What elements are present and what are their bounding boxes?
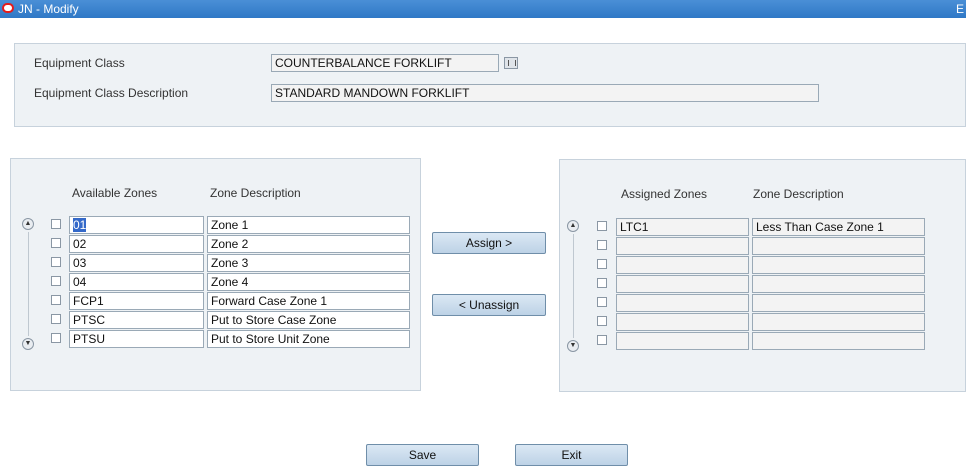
available-zone-field[interactable]: 03 — [69, 254, 204, 272]
available-zones-panel: Available Zones Zone Description ▲ ▼ 01 … — [10, 158, 421, 391]
assigned-zone-desc-field[interactable] — [752, 237, 925, 255]
available-zones-header: Available Zones — [72, 186, 158, 200]
available-zone-desc-field[interactable]: Zone 1 — [207, 216, 410, 234]
scroll-up-icon[interactable]: ▲ — [567, 220, 579, 232]
row-select-checkbox[interactable] — [597, 221, 607, 231]
assigned-zone-desc-field[interactable] — [752, 275, 925, 293]
assigned-zone-description-header: Zone Description — [753, 187, 844, 201]
title-bar-edge-text: E — [955, 2, 964, 16]
available-zone-desc-field[interactable]: Put to Store Unit Zone — [207, 330, 410, 348]
assigned-zones-panel: Assigned Zones Zone Description ▲ ▼ LTC1… — [559, 159, 966, 392]
assign-button[interactable]: Assign > — [432, 232, 546, 254]
available-zone-field[interactable]: PTSC — [69, 311, 204, 329]
scroll-down-icon[interactable]: ▼ — [22, 338, 34, 350]
list-of-values-icon[interactable] — [504, 57, 518, 69]
oracle-logo-icon — [2, 3, 14, 13]
row-select-checkbox[interactable] — [597, 316, 607, 326]
scrollbar-track[interactable] — [573, 234, 574, 338]
row-select-checkbox[interactable] — [51, 333, 61, 343]
assigned-zone-desc-field[interactable] — [752, 294, 925, 312]
scroll-up-icon[interactable]: ▲ — [22, 218, 34, 230]
assigned-zone-field[interactable] — [616, 237, 749, 255]
assigned-zone-desc-field[interactable] — [752, 332, 925, 350]
exit-button[interactable]: Exit — [515, 444, 628, 466]
row-select-checkbox[interactable] — [51, 257, 61, 267]
available-zone-desc-field[interactable]: Put to Store Case Zone — [207, 311, 410, 329]
row-select-checkbox[interactable] — [597, 335, 607, 345]
row-select-checkbox[interactable] — [597, 240, 607, 250]
window-title-bar: JN - Modify E — [0, 0, 966, 18]
assigned-zone-desc-field[interactable] — [752, 256, 925, 274]
save-button[interactable]: Save — [366, 444, 479, 466]
available-zone-description-header: Zone Description — [210, 186, 301, 200]
assigned-zone-field[interactable] — [616, 313, 749, 331]
unassign-button[interactable]: < Unassign — [432, 294, 546, 316]
row-select-checkbox[interactable] — [597, 278, 607, 288]
assigned-zone-field[interactable]: LTC1 — [616, 218, 749, 236]
window-title: JN - Modify — [18, 2, 79, 16]
equipment-class-field[interactable]: COUNTERBALANCE FORKLIFT — [271, 54, 499, 72]
assigned-zones-header: Assigned Zones — [621, 187, 708, 201]
equipment-class-description-field[interactable]: STANDARD MANDOWN FORKLIFT — [271, 84, 819, 102]
assigned-zone-field[interactable] — [616, 275, 749, 293]
row-select-checkbox[interactable] — [51, 276, 61, 286]
available-zone-desc-field[interactable]: Zone 2 — [207, 235, 410, 253]
row-select-checkbox[interactable] — [51, 219, 61, 229]
row-select-checkbox[interactable] — [597, 297, 607, 307]
available-zone-field[interactable]: 04 — [69, 273, 204, 291]
equipment-class-panel: Equipment Class COUNTERBALANCE FORKLIFT … — [14, 43, 966, 127]
equipment-class-description-label: Equipment Class Description — [34, 86, 189, 100]
row-select-checkbox[interactable] — [51, 295, 61, 305]
row-select-checkbox[interactable] — [51, 314, 61, 324]
form-body: Equipment Class COUNTERBALANCE FORKLIFT … — [0, 18, 966, 476]
equipment-class-label: Equipment Class — [34, 56, 125, 70]
available-zone-field[interactable]: FCP1 — [69, 292, 204, 310]
scrollbar-track[interactable] — [28, 232, 29, 336]
row-select-checkbox[interactable] — [597, 259, 607, 269]
available-zone-desc-field[interactable]: Zone 3 — [207, 254, 410, 272]
assigned-zone-desc-field[interactable] — [752, 313, 925, 331]
assigned-zone-field[interactable] — [616, 332, 749, 350]
assigned-zone-field[interactable] — [616, 256, 749, 274]
available-zone-field[interactable]: 01 — [69, 216, 204, 234]
available-zone-desc-field[interactable]: Forward Case Zone 1 — [207, 292, 410, 310]
available-zone-desc-field[interactable]: Zone 4 — [207, 273, 410, 291]
available-zone-field[interactable]: PTSU — [69, 330, 204, 348]
row-select-checkbox[interactable] — [51, 238, 61, 248]
scroll-down-icon[interactable]: ▼ — [567, 340, 579, 352]
available-zone-field[interactable]: 02 — [69, 235, 204, 253]
assigned-zone-field[interactable] — [616, 294, 749, 312]
assigned-zone-desc-field[interactable]: Less Than Case Zone 1 — [752, 218, 925, 236]
